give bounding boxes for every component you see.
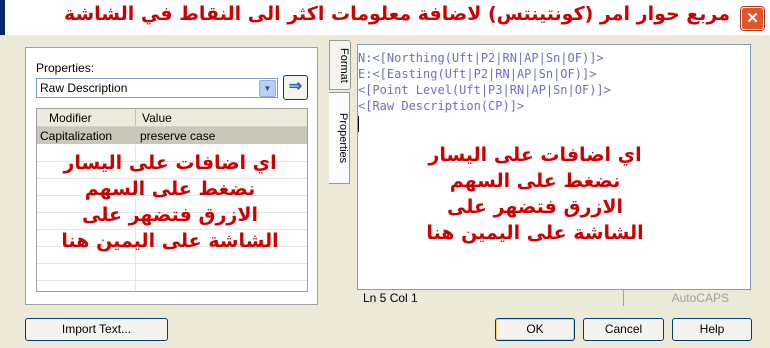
autocaps-indicator: AutoCAPS — [671, 291, 729, 305]
insert-property-button[interactable]: ⇒ — [283, 75, 308, 100]
annotation-line: نضغط على السهم — [84, 178, 256, 200]
ok-button[interactable]: OK — [495, 318, 575, 341]
annotation-line: الشاشة على اليمين هنا — [426, 222, 644, 244]
dialog-title: مربع حوار امر (كونتينتس) لاضافة معلومات … — [63, 3, 730, 25]
status-bar: Ln 5 Col 1 AutoCAPS — [357, 290, 751, 306]
properties-label: Properties: — [36, 61, 95, 75]
vertical-tabs: Format Properties — [329, 38, 351, 184]
annotation-line: الشاشة على اليمين هنا — [61, 230, 279, 252]
editor-line: N:<[Northing(Uft|P2|RN|AP|Sn|OF)]> — [358, 51, 604, 65]
help-button[interactable]: Help — [672, 318, 752, 341]
import-text-button[interactable]: Import Text... — [25, 318, 168, 341]
properties-dropdown-value: Raw Description — [40, 81, 128, 95]
properties-dropdown[interactable]: Raw Description ▼ — [36, 78, 278, 98]
editor-line: <[Point Level(Uft|P3|RN|AP|Sn|OF)]> — [358, 83, 611, 97]
cancel-button[interactable]: Cancel — [583, 318, 664, 341]
value-cell[interactable]: preserve case — [140, 129, 215, 143]
annotation-line: اي اضافات على اليسار — [428, 144, 642, 166]
title-bar-edge — [0, 0, 5, 35]
annotation-left: اي اضافات على اليسار نضغط على السهم الاز… — [35, 150, 305, 254]
cursor-position: Ln 5 Col 1 — [363, 291, 418, 305]
annotation-right: اي اضافات على اليسار نضغط على السهم الاز… — [395, 142, 675, 246]
annotation-line: الازرق فتضهر على — [82, 204, 258, 226]
column-header-modifier[interactable]: Modifier — [49, 111, 92, 125]
editor-line: E:<[Easting(Uft|P2|RN|AP|Sn|OF)]> — [358, 67, 597, 81]
tab-format[interactable]: Format — [329, 40, 351, 90]
modifier-cell[interactable]: Capitalization — [40, 129, 112, 143]
text-cursor — [358, 116, 359, 132]
title-bar: مربع حوار امر (كونتينتس) لاضافة معلومات … — [0, 0, 770, 35]
tab-properties[interactable]: Properties — [329, 92, 350, 184]
editor-content: N:<[Northing(Uft|P2|RN|AP|Sn|OF)]> E:<[E… — [358, 50, 750, 132]
status-divider — [623, 290, 624, 306]
column-header-value[interactable]: Value — [142, 111, 172, 125]
annotation-line: الازرق فتضهر على — [447, 196, 623, 218]
chevron-down-icon[interactable]: ▼ — [259, 80, 276, 97]
column-divider[interactable] — [135, 109, 136, 126]
annotation-line: اي اضافات على اليسار — [63, 152, 277, 174]
annotation-line: نضغط على السهم — [449, 170, 621, 192]
grid-header: Modifier Value — [37, 109, 307, 127]
close-button[interactable]: ✕ — [741, 7, 764, 30]
table-row[interactable]: Capitalization preserve case — [37, 127, 307, 144]
editor-line: <[Raw Description(CP)]> — [358, 99, 525, 113]
